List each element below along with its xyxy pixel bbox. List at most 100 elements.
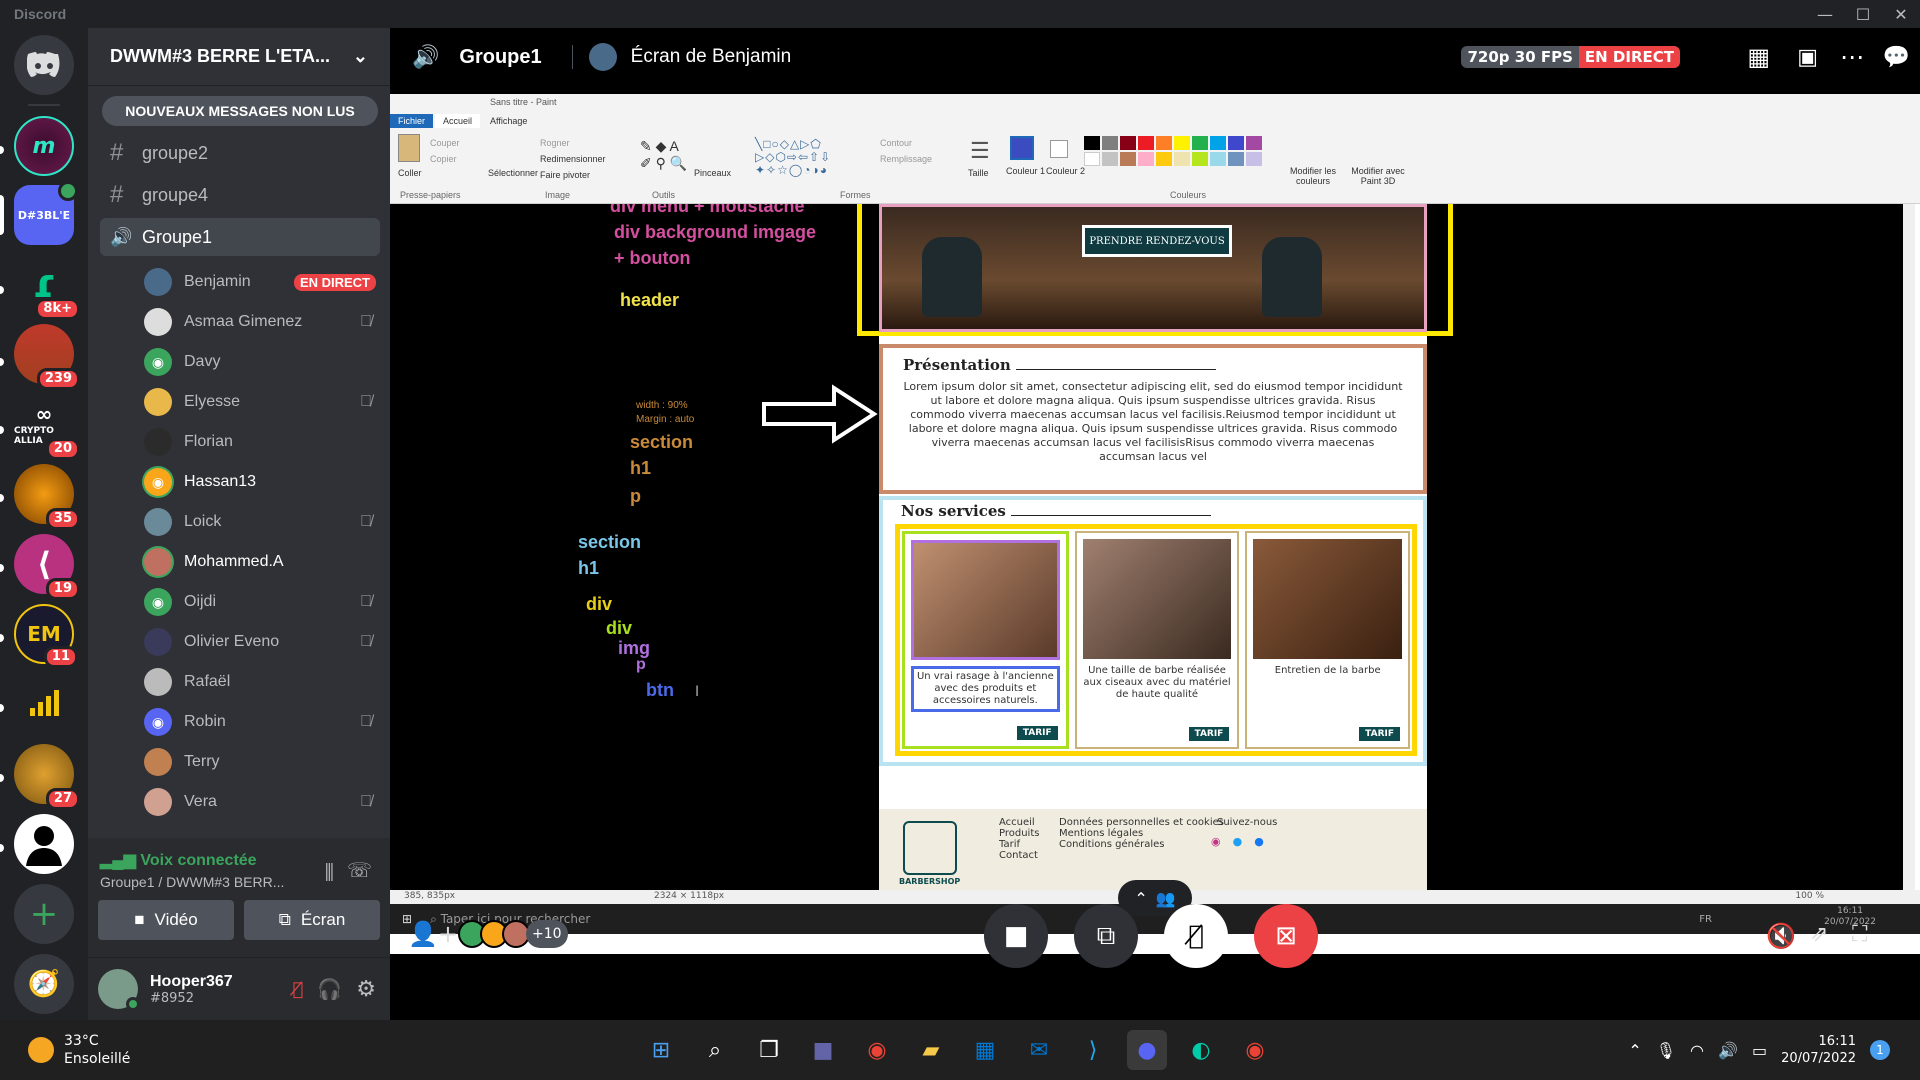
cut-button[interactable]: Couper <box>430 138 460 148</box>
tarif-button[interactable]: TARIF <box>1188 727 1230 741</box>
edit-colors-button[interactable]: Modifier les couleurs <box>1288 166 1338 186</box>
screen-share-button[interactable]: ⧉ Écran <box>244 900 380 940</box>
screen-share-toggle[interactable]: ⧉ <box>1074 904 1138 968</box>
guild-avatar-red[interactable]: 239 <box>14 324 80 390</box>
explore-servers-button[interactable]: 🧭 <box>14 954 74 1014</box>
leave-call-button[interactable]: ⊠ <box>1254 904 1318 968</box>
volume-muted-icon[interactable]: 🔇 <box>1766 922 1796 950</box>
mail-icon[interactable]: ✉ <box>1019 1030 1059 1070</box>
voice-user-oijdi[interactable]: ◉ Oijdi 🎙̸ <box>144 584 380 620</box>
task-view-icon[interactable]: ❐ <box>749 1030 789 1070</box>
guild-robot[interactable]: 35 <box>14 464 80 530</box>
color2-swatch[interactable] <box>1050 140 1068 158</box>
headphones-icon[interactable]: 🎧 <box>317 977 342 1001</box>
participant-avatars[interactable]: +10 <box>458 920 568 948</box>
paint3d-button[interactable]: Modifier avec Paint 3D <box>1348 166 1408 186</box>
popout-icon[interactable]: ▣ <box>1797 45 1818 70</box>
minimize-icon[interactable]: — <box>1806 0 1844 28</box>
crop-button[interactable]: Rogner <box>540 138 570 148</box>
close-icon[interactable]: ✕ <box>1882 0 1920 28</box>
mute-toggle[interactable]: 🎙̸ <box>1164 904 1228 968</box>
voice-user-olivier[interactable]: Olivier Eveno 🎙̸ <box>144 624 380 660</box>
voice-user-vera[interactable]: Vera 🎙̸ <box>144 784 380 820</box>
outline-button[interactable]: Contour <box>880 138 912 148</box>
facebook-icon[interactable]: ● <box>1254 835 1264 848</box>
file-explorer-icon[interactable]: ▰ <box>911 1030 951 1070</box>
discord-icon[interactable]: ● <box>1127 1030 1167 1070</box>
tarif-button[interactable]: TARIF <box>1359 727 1401 741</box>
add-user-icon[interactable]: 👤+ <box>408 920 458 948</box>
guild-current[interactable]: D#3BL'E <box>14 181 78 245</box>
voice-user-hassan13[interactable]: ◉ Hassan13 <box>144 464 380 500</box>
server-header[interactable]: DWWM#3 BERRE L'ETA... ⌄ <box>88 28 390 86</box>
gear-icon[interactable]: ⚙ <box>356 977 376 1002</box>
voice-user-rafael[interactable]: Rafaël <box>144 664 380 700</box>
disconnect-icon[interactable]: ☏ <box>347 858 372 882</box>
channel-groupe2[interactable]: # groupe2 <box>100 134 380 172</box>
guild-lion[interactable]: 27 <box>14 744 80 810</box>
voice-user-florian[interactable]: Florian <box>144 424 380 460</box>
guild-man[interactable] <box>14 814 74 874</box>
avatar[interactable] <box>98 969 140 1011</box>
voice-user-robin[interactable]: ◉ Robin 🎙̸ <box>144 704 380 740</box>
chevron-up-icon[interactable]: ⌃ <box>1628 1041 1641 1060</box>
voice-user-terry[interactable]: Terry <box>144 744 380 780</box>
voice-user-elyesse[interactable]: Elyesse 🎙̸ <box>144 384 380 420</box>
guild-em[interactable]: EM 11 <box>14 604 78 668</box>
guild-crypto[interactable]: ∞ CRYPTO ALLIA 20 <box>14 394 80 460</box>
mic-muted-icon[interactable]: 🎙̸ <box>293 979 304 1000</box>
clock[interactable]: 16:11 20/07/2022 <box>1781 1033 1856 1067</box>
guild-pizza[interactable]: m <box>14 116 74 176</box>
volume-icon[interactable]: 🔊 <box>1718 1041 1738 1060</box>
twitter-icon[interactable]: ● <box>1233 835 1243 848</box>
unread-messages-bar[interactable]: NOUVEAUX MESSAGES NON LUS <box>102 96 378 126</box>
voice-channel-groupe1[interactable]: 🔊 Groupe1 <box>100 218 380 256</box>
battery-icon[interactable]: ▭ <box>1752 1041 1767 1060</box>
tarif-button[interactable]: TARIF <box>1016 726 1058 740</box>
resize-button[interactable]: Redimensionner <box>540 154 606 164</box>
guild-pink[interactable]: ⟨ 19 <box>14 534 80 600</box>
voice-user-mohammed[interactable]: Mohammed.A <box>144 544 380 580</box>
color1-swatch[interactable] <box>1010 136 1034 160</box>
chat-icon[interactable]: 💬 <box>1883 45 1910 70</box>
instagram-icon[interactable]: ◉ <box>1211 835 1221 848</box>
fullscreen-icon[interactable]: ⛶ <box>1852 922 1867 947</box>
rotate-button[interactable]: Faire pivoter <box>540 170 590 180</box>
cta-button[interactable]: PRENDRE RENDEZ-VOUS <box>1082 225 1232 257</box>
popout-icon[interactable]: ⇗ <box>1810 922 1828 947</box>
guild-green[interactable]: ɾ 8k+ <box>14 254 80 320</box>
voice-location[interactable]: Groupe1 / DWWM#3 BERR... <box>100 874 284 890</box>
wifi-icon[interactable]: ◠ <box>1690 1041 1704 1060</box>
video-button[interactable]: ■ Vidéo <box>98 900 234 940</box>
voice-user-benjamin[interactable]: Benjamin EN DIRECT <box>144 264 380 300</box>
mic-icon[interactable]: 🎙 <box>1656 1041 1676 1060</box>
edge-icon[interactable]: ◐ <box>1181 1030 1221 1070</box>
vscode-icon[interactable]: ⟩ <box>1073 1030 1113 1070</box>
fill-button[interactable]: Remplissage <box>880 154 932 164</box>
teams-chat-icon[interactable]: ■ <box>803 1030 843 1070</box>
camera-button[interactable]: ■ <box>984 904 1048 968</box>
search-icon[interactable]: ⌕ <box>695 1030 735 1070</box>
select-button[interactable]: Sélectionner <box>488 168 538 178</box>
tab-affichage[interactable]: Affichage <box>482 114 535 128</box>
paint-canvas[interactable]: div menu + moustache div background imga… <box>390 204 1915 904</box>
notification-badge[interactable]: 1 <box>1870 1040 1890 1060</box>
shapes-gallery[interactable]: ╲□○◇△▷⬠ ▷◇⬡⇨⇦⇧⇩ ✦✧☆◯◔◑◕ <box>755 138 831 177</box>
chrome-icon[interactable]: ◉ <box>857 1030 897 1070</box>
channel-groupe4[interactable]: # groupe4 <box>100 176 380 214</box>
voice-user-asmaa[interactable]: Asmaa Gimenez 🎙̸ <box>144 304 380 340</box>
guild-chart[interactable] <box>14 674 74 734</box>
store-icon[interactable]: ▦ <box>965 1030 1005 1070</box>
grid-view-icon[interactable]: ▦ <box>1747 43 1770 71</box>
more-options-icon[interactable]: ⋯ <box>1840 43 1864 71</box>
voice-user-davy[interactable]: ◉ Davy <box>144 344 380 380</box>
home-button[interactable] <box>14 35 74 95</box>
start-icon[interactable]: ⊞ <box>641 1030 681 1070</box>
size-button[interactable]: Taille <box>968 168 989 178</box>
chrome-icon[interactable]: ◉ <box>1235 1030 1275 1070</box>
voice-user-loick[interactable]: Loick 🎙̸ <box>144 504 380 540</box>
weather-widget[interactable]: 33°C Ensoleillé <box>64 1032 130 1068</box>
tab-accueil[interactable]: Accueil <box>435 114 481 128</box>
tools-icons[interactable]: ✎ ◆ A ✐ ⚲ 🔍 <box>640 138 687 172</box>
tab-fichier[interactable]: Fichier <box>390 114 434 128</box>
